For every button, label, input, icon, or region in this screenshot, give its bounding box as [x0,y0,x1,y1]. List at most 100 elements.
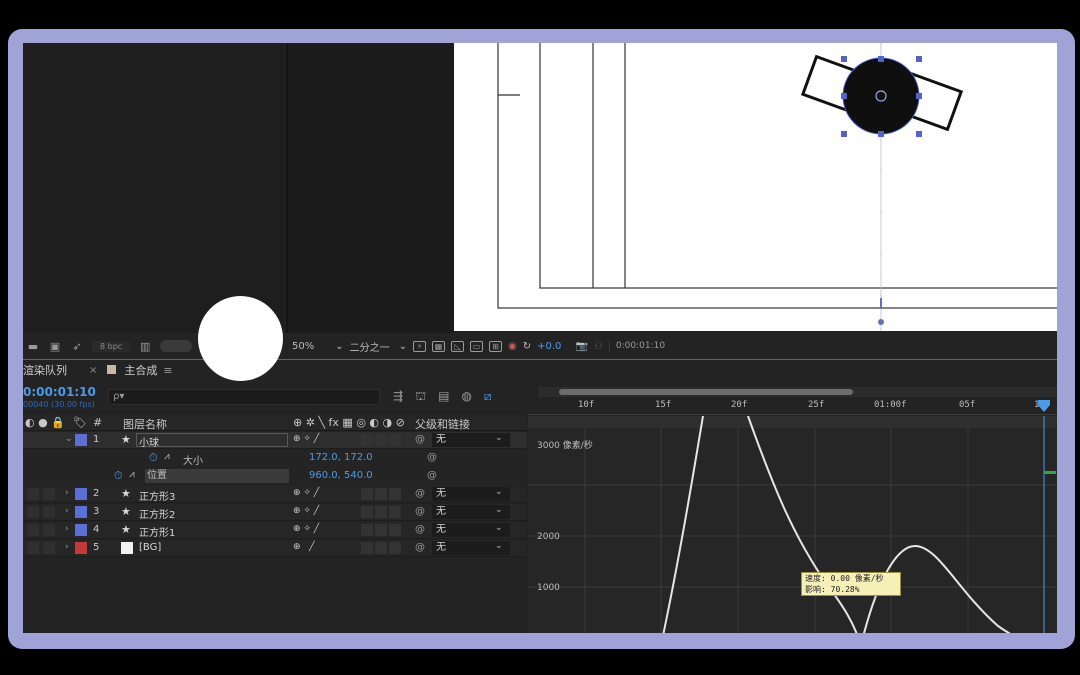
speed-graph[interactable] [528,415,1057,633]
layer-switch-boxes[interactable] [361,542,401,554]
pickwhip-icon[interactable]: @ [415,434,425,445]
chevron-down-icon[interactable]: ⌄ [65,434,73,444]
property-row[interactable]: ⏱ ⩘ 大小 172.0, 172.0 @ [23,450,527,467]
zoom-dropdown[interactable]: 50% ⌄ [292,341,344,352]
composition-viewer[interactable] [454,43,1057,331]
layer-switch-boxes[interactable] [361,434,401,446]
pickwhip-icon[interactable]: @ [415,488,425,499]
chevron-down-icon[interactable]: ⌄ [495,523,503,533]
viewer-current-time[interactable]: 0:00:01:10 [608,341,665,351]
graph-icon[interactable]: ⩘ [129,469,135,480]
layer-name[interactable]: 正方形1 [139,524,175,539]
bit-depth-button[interactable]: 8 bpc [92,340,131,352]
layer-switch-boxes[interactable] [361,488,401,500]
tab-main-comp[interactable]: 主合成 ≡ [107,362,173,378]
exposure-value[interactable]: +0.0 [537,341,561,352]
trash-icon[interactable]: ▥ [138,340,152,353]
color-channel-icon[interactable]: ◉ [508,341,517,352]
render-icon[interactable]: ➶ [70,340,84,353]
layer-color-label[interactable] [75,506,87,518]
time-ruler[interactable]: 10f 15f 20f 25f 01:00f 05f 10f [528,399,1057,415]
lock-switch[interactable] [43,488,55,500]
current-timecode[interactable]: 0:00:01:10 [23,385,96,399]
chevron-right-icon[interactable]: › [65,488,69,498]
motion-blur-icon[interactable]: ◍ [461,389,471,405]
layer-name[interactable]: 正方形2 [139,506,175,521]
menu-icon[interactable]: ≡ [163,364,172,377]
region-of-interest-icon[interactable]: ▭ [470,340,484,352]
graph-editor-icon[interactable]: ⧄ [484,389,492,405]
composition-mini-flowchart-icon[interactable]: ⇶ [393,389,403,405]
layer-switches[interactable]: ⊕ ✧ ╱ [293,434,319,444]
chevron-down-icon[interactable]: ⌄ [495,505,503,515]
transparency-grid-icon[interactable]: ▦ [432,340,446,352]
layer-switches[interactable]: ⊕ ✧ ╱ [293,524,319,534]
visibility-switch[interactable] [27,542,39,554]
layer-row[interactable]: › 5 [BG] ⊕ ╱ @ 无 ⌄ [23,540,527,557]
layer-name[interactable]: 正方形3 [139,488,175,503]
visibility-switch[interactable] [27,506,39,518]
visibility-switch[interactable] [27,524,39,536]
pickwhip-icon[interactable]: @ [415,542,425,553]
new-comp-icon[interactable]: ▣ [48,340,62,353]
graph-editor[interactable]: 10f 15f 20f 25f 01:00f 05f 10f [528,383,1057,633]
guides-icon[interactable]: ⊞ [489,340,503,352]
layer-name[interactable]: [BG] [139,542,161,553]
stopwatch-icon[interactable]: ⏱ [149,451,158,465]
resolution-dropdown[interactable]: 二分之一 ⌄ [350,339,407,354]
folder-icon[interactable]: ▬ [26,340,40,353]
chevron-right-icon[interactable]: › [65,542,69,552]
property-value[interactable]: 172.0, 172.0 [309,452,373,463]
stopwatch-icon[interactable]: ⏱ [114,469,123,483]
visibility-switch[interactable] [27,488,39,500]
chevron-down-icon[interactable]: ⌄ [495,541,503,551]
reset-exposure-icon[interactable]: ↻ [523,341,531,352]
pickwhip-icon[interactable]: @ [427,452,437,463]
layer-switches[interactable]: ⊕ ╱ [293,542,315,552]
visibility-switch[interactable] [27,434,39,446]
layer-switch-boxes[interactable] [361,506,401,518]
snapshot-icon[interactable]: 📷 [575,341,587,352]
chevron-right-icon[interactable]: › [65,524,69,534]
pickwhip-icon[interactable]: @ [427,470,437,481]
fast-preview-icon[interactable]: ⚡ [413,340,427,352]
parent-header[interactable]: 父级和链接 [415,416,470,432]
chevron-down-icon[interactable]: ⌄ [495,487,503,497]
layer-color-label[interactable] [75,434,87,446]
layer-search-input[interactable]: ρ▾ [108,389,380,405]
frame-blending-icon[interactable]: ▤ [438,389,449,405]
chevron-right-icon[interactable]: › [65,506,69,516]
chevron-down-icon[interactable]: ⌄ [495,433,503,443]
pickwhip-icon[interactable]: @ [415,506,425,517]
project-scroll-pill[interactable] [160,340,193,352]
property-value[interactable]: 960.0, 540.0 [309,470,373,481]
time-navigator[interactable] [538,387,1057,397]
layer-row[interactable]: › 3 ★ 正方形2 ⊕ ✧ ╱ @ 无 ⌄ [23,504,527,521]
navigator-range-handle[interactable] [559,389,853,395]
layer-color-label[interactable] [75,542,87,554]
layer-name[interactable]: 小球 [136,433,288,449]
layer-switches[interactable]: ⊕ ✧ ╱ [293,488,319,498]
show-snapshot-icon[interactable]: ⚇ [594,341,603,352]
lock-switch[interactable] [43,434,55,446]
layer-name-header[interactable]: 图层名称 [123,416,167,432]
pickwhip-icon[interactable]: @ [415,524,425,535]
layer-color-label[interactable] [75,524,87,536]
layer-color-label[interactable] [75,488,87,500]
layer-row[interactable]: ⌄ 1 ★ 小球 ⊕ ✧ ╱ @ 无 ⌄ [23,432,527,449]
playhead-marker[interactable] [1036,400,1052,414]
property-row[interactable]: ⏱ ⩘ 位置 960.0, 540.0 @ [23,468,527,485]
graph-area[interactable] [528,415,1057,633]
tab-render-queue[interactable]: 渲染队列 [23,362,67,378]
draft-3d-icon[interactable]: ⛫ [415,389,426,405]
layer-row[interactable]: › 2 ★ 正方形3 ⊕ ✧ ╱ @ 无 ⌄ [23,486,527,503]
lock-switch[interactable] [43,542,55,554]
mask-visibility-icon[interactable]: ◺ [451,340,465,352]
lock-switch[interactable] [43,524,55,536]
layer-switch-boxes[interactable] [361,524,401,536]
layer-row[interactable]: › 4 ★ 正方形1 ⊕ ✧ ╱ @ 无 ⌄ [23,522,527,539]
close-icon[interactable]: × [89,365,97,376]
lock-switch[interactable] [43,506,55,518]
graph-icon[interactable]: ⩘ [164,451,170,462]
layer-switches[interactable]: ⊕ ✧ ╱ [293,506,319,516]
